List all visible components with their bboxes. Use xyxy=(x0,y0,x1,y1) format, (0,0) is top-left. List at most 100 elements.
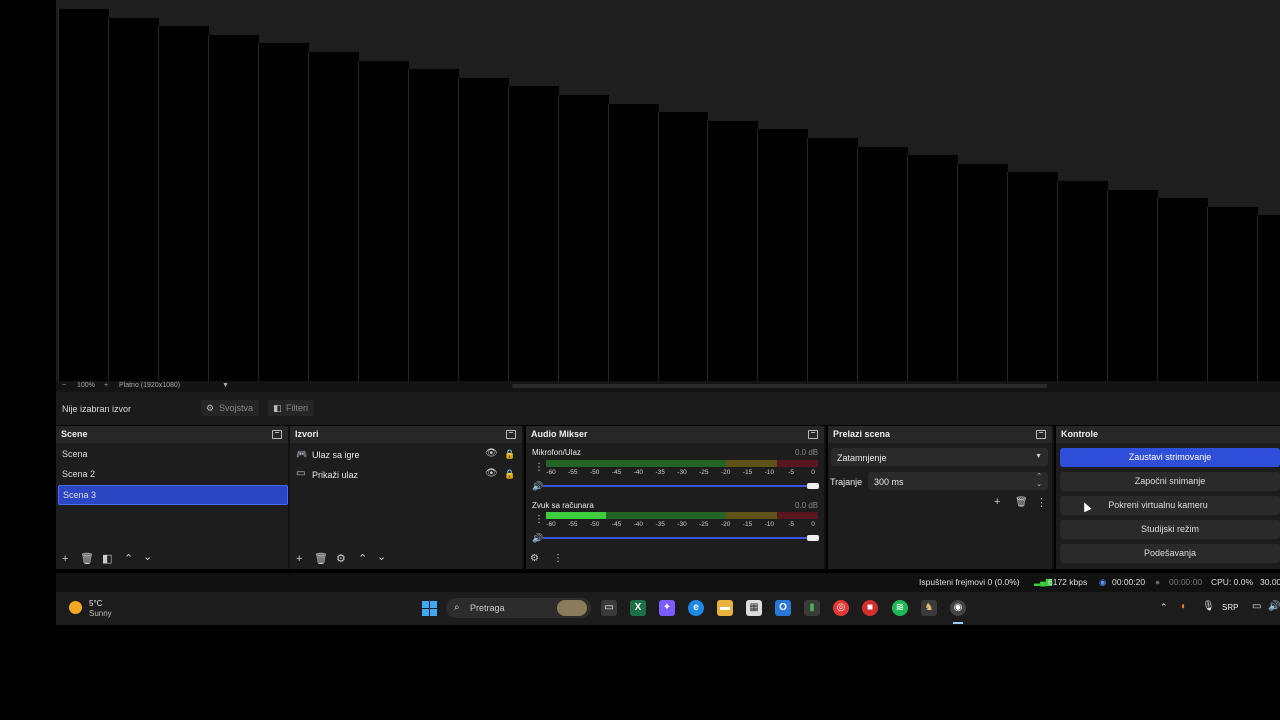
preview-bar xyxy=(1007,172,1059,381)
chevron-up-icon[interactable]: ⌃ xyxy=(1160,602,1168,613)
app-icon[interactable]: ♞ xyxy=(921,600,937,616)
volume-icon[interactable]: 🔊 xyxy=(1268,601,1280,612)
zoom-in-button[interactable]: + xyxy=(104,382,108,389)
undock-icon[interactable] xyxy=(1036,430,1046,439)
preview-bar xyxy=(407,69,459,381)
trash-icon[interactable]: 🗑 xyxy=(314,553,328,565)
transition-select[interactable]: Zatamnjenje ▼ xyxy=(831,448,1048,466)
obs-icon[interactable]: ◉ xyxy=(950,600,966,616)
search-icon: ⌕ xyxy=(454,602,460,613)
properties-label: Svojstva xyxy=(219,403,254,413)
spotify-icon[interactable]: ≋ xyxy=(892,600,908,616)
lock-icon[interactable]: 🔒 xyxy=(504,468,515,480)
preview-canvas[interactable] xyxy=(56,0,1280,381)
sun-icon xyxy=(69,601,82,614)
eye-icon[interactable]: 👁 xyxy=(485,448,498,460)
filter-icon: ◧ xyxy=(273,403,282,413)
filter-icon[interactable]: ◧ xyxy=(102,553,112,565)
lock-icon[interactable]: 🔒 xyxy=(504,448,515,460)
folder-icon[interactable]: ▬ xyxy=(717,600,733,616)
scene-item[interactable]: Scena xyxy=(58,445,286,463)
task-view-icon[interactable]: ▭ xyxy=(601,600,617,616)
meter-tick-label: -30 xyxy=(677,469,687,476)
preview-bar xyxy=(657,112,709,381)
duration-value: 300 ms xyxy=(874,477,904,487)
source-item[interactable]: 🎮 Ulaz sa igre 👁 🔒 xyxy=(292,445,520,463)
chevron-down-icon[interactable]: ⌄ xyxy=(143,551,152,563)
more-vertical-icon[interactable]: ⋮ xyxy=(1036,497,1047,509)
controls-title: Kontrole xyxy=(1061,429,1098,439)
scenes-footer: + 🗑 ◧ ⌃ ⌄ xyxy=(56,549,288,569)
meter-tick-label: -60 xyxy=(546,521,556,528)
trash-icon[interactable]: 🗑 xyxy=(80,553,94,565)
stop-streaming-button[interactable]: Zaustavi strimovanje xyxy=(1060,448,1280,467)
undock-icon[interactable] xyxy=(506,430,516,439)
volume-slider-handle[interactable] xyxy=(807,483,819,489)
properties-button[interactable]: ⚙ Svojstva xyxy=(201,400,260,416)
scene-label: Scena xyxy=(62,449,88,459)
language-indicator[interactable]: SRP xyxy=(1222,603,1238,612)
copilot-icon[interactable]: ✦ xyxy=(659,600,675,616)
speaker-icon[interactable]: 🔊 xyxy=(532,480,543,492)
speaker-icon[interactable]: 🔊 xyxy=(532,532,543,544)
app-red-icon[interactable]: ■ xyxy=(862,600,878,616)
meter-tick-label: -45 xyxy=(611,521,622,528)
meter-tick-label: -20 xyxy=(720,469,731,476)
studio-mode-button[interactable]: Studijski režim xyxy=(1060,520,1280,539)
settings-button[interactable]: Podešavanja xyxy=(1060,544,1280,563)
duration-spinbox[interactable]: 300 ms ⌃ ⌄ xyxy=(868,472,1048,490)
outlook-icon[interactable]: O xyxy=(775,600,791,616)
eye-icon[interactable]: 👁 xyxy=(485,468,498,480)
chart-app-icon[interactable]: ▮ xyxy=(804,600,820,616)
zoom-out-button[interactable]: − xyxy=(62,382,66,389)
volume-slider-handle[interactable] xyxy=(807,535,819,541)
volume-slider[interactable] xyxy=(543,485,811,487)
canvas-size: Platno (1920x1080) xyxy=(119,382,181,389)
preview-scrollbar[interactable] xyxy=(512,384,1047,388)
meter-tick-label: -5 xyxy=(788,521,795,528)
network-icon[interactable]: ▭ xyxy=(1252,601,1261,612)
preview-bar xyxy=(107,17,159,381)
audio-settings-icon[interactable]: ⚙ xyxy=(530,553,539,565)
chevron-up-icon[interactable]: ⌃ xyxy=(1036,472,1042,480)
filters-button[interactable]: ◧ Filteri xyxy=(268,400,314,416)
excel-icon[interactable]: X xyxy=(630,600,646,616)
add-icon[interactable]: + xyxy=(994,496,1000,508)
store-icon[interactable]: ▦ xyxy=(746,600,762,616)
zoom-dropdown-icon[interactable]: ▼ xyxy=(222,382,229,389)
microphone-icon[interactable]: 🎙 xyxy=(1202,601,1215,612)
tray-app-icon[interactable]: ◐ xyxy=(1181,601,1187,612)
record-time: 00:00:00 xyxy=(1169,577,1203,587)
chrome-icon[interactable]: ◎ xyxy=(833,600,849,616)
chevron-down-icon[interactable]: ⌄ xyxy=(377,551,386,563)
chevron-down-icon[interactable]: ⌄ xyxy=(1036,480,1042,488)
search-box[interactable]: ⌕ Pretraga xyxy=(446,598,591,618)
windows-start-icon[interactable] xyxy=(422,601,437,616)
weather-text: Sunny xyxy=(89,609,112,618)
meter-tick-label: -40 xyxy=(633,469,644,476)
gear-icon: ⚙ xyxy=(206,403,215,413)
start-virtual-camera-button[interactable]: Pokreni virtualnu kameru xyxy=(1060,496,1280,515)
trash-icon[interactable]: 🗑 xyxy=(1015,497,1028,509)
source-item[interactable]: ▭ Prikaži ulaz 👁 🔒 xyxy=(292,465,520,483)
volume-slider[interactable] xyxy=(543,537,811,539)
scene-item[interactable]: Scena 2 xyxy=(58,465,286,483)
more-vertical-icon[interactable]: ⋮ xyxy=(534,514,544,526)
add-icon[interactable]: + xyxy=(62,553,68,565)
chevron-up-icon[interactable]: ⌃ xyxy=(358,553,367,565)
bitrate: 6172 kbps xyxy=(1048,577,1088,587)
more-vertical-icon[interactable]: ⋮ xyxy=(553,553,563,565)
scene-item-selected[interactable]: Scena 3 xyxy=(58,485,288,505)
chevron-up-icon[interactable]: ⌃ xyxy=(124,553,133,565)
gear-icon[interactable]: ⚙ xyxy=(336,553,346,565)
edge-icon[interactable]: e xyxy=(688,600,704,616)
meter-tick-label: -10 xyxy=(764,521,775,528)
more-vertical-icon[interactable]: ⋮ xyxy=(534,462,544,474)
start-recording-button[interactable]: Započni snimanje xyxy=(1060,472,1280,491)
undock-icon[interactable] xyxy=(272,430,282,439)
undock-icon[interactable] xyxy=(808,430,818,439)
sources-panel: Izvori 🎮 Ulaz sa igre 👁 🔒 ▭ Prikaži ulaz… xyxy=(290,426,524,569)
add-icon[interactable]: + xyxy=(296,553,302,565)
preview-bar xyxy=(307,52,359,381)
fps: 30.00 xyxy=(1260,577,1280,587)
